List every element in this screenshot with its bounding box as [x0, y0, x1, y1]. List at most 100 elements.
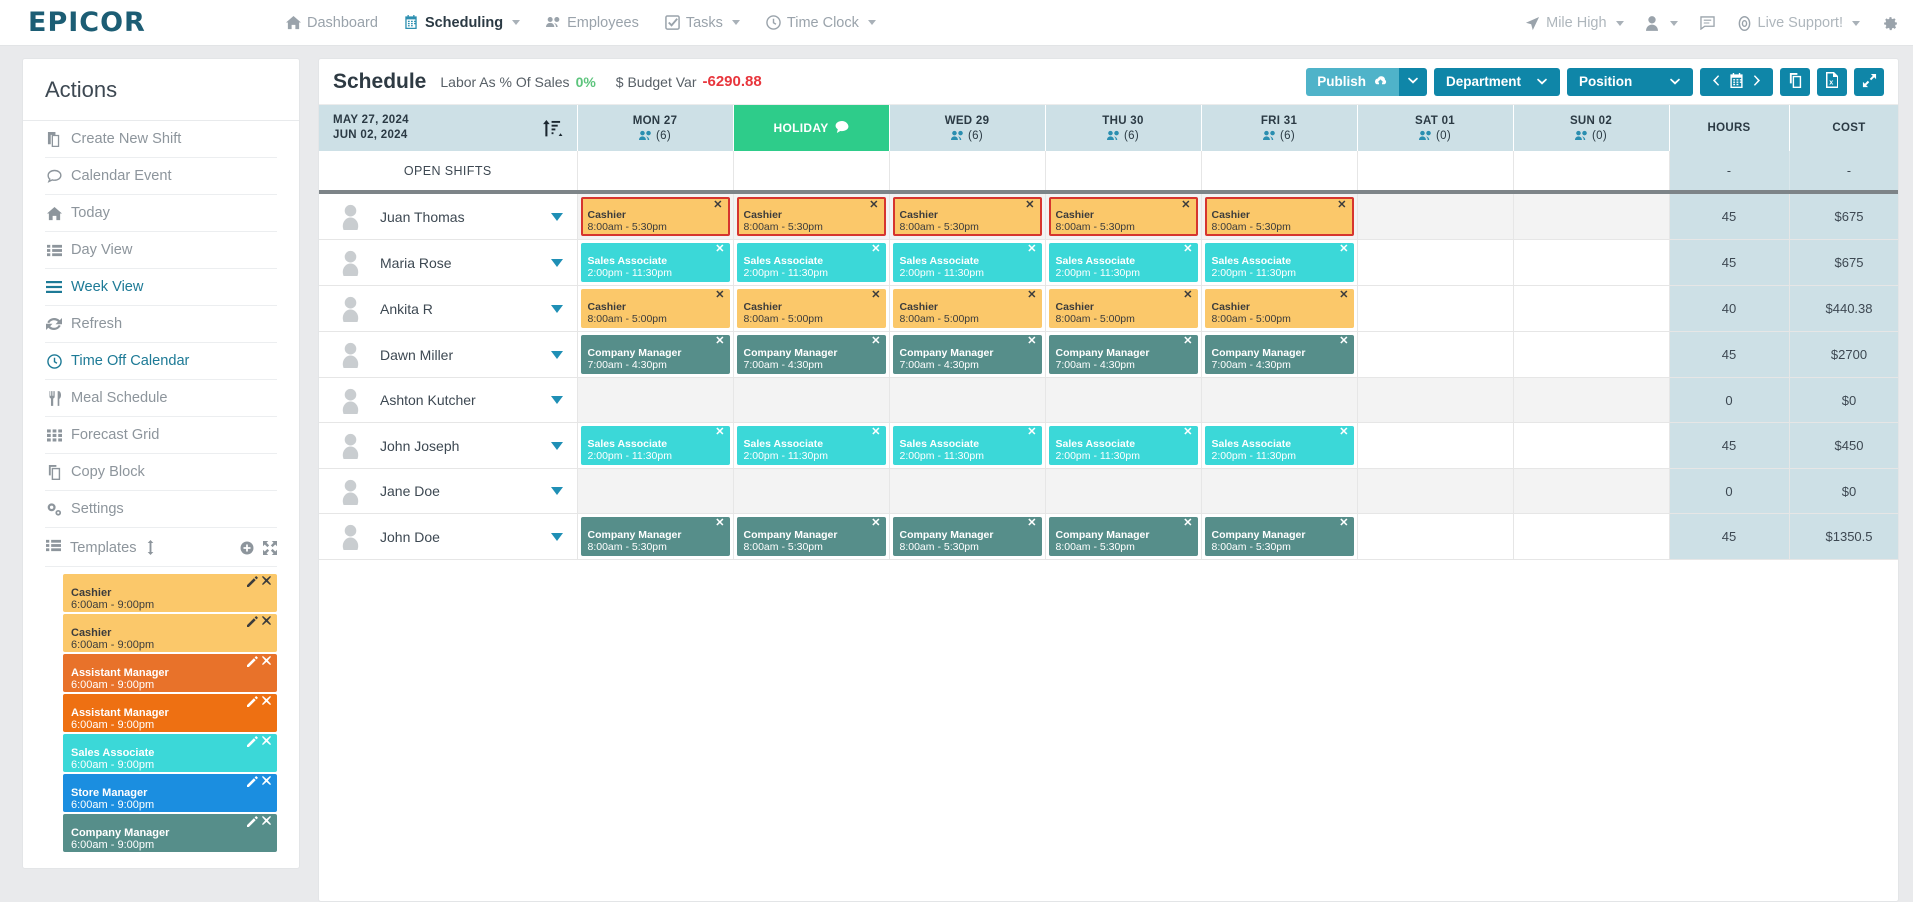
- position-filter-button[interactable]: Position: [1567, 67, 1693, 96]
- sidebar-item-week-view[interactable]: Week View: [45, 269, 277, 306]
- shift-cell[interactable]: ✕ Sales Associate 2:00pm - 11:30pm: [889, 239, 1046, 286]
- shift-cell[interactable]: ✕ Company Manager 7:00am - 4:30pm: [577, 331, 734, 378]
- shift-block[interactable]: ✕ Company Manager 7:00am - 4:30pm: [1204, 335, 1354, 374]
- shift-block[interactable]: ✕ Company Manager 7:00am - 4:30pm: [736, 335, 886, 374]
- close-icon[interactable]: ✕: [1183, 427, 1192, 438]
- edit-icon[interactable]: [247, 616, 258, 630]
- shift-cell[interactable]: ✕ Cashier 8:00am - 5:30pm: [1201, 192, 1358, 240]
- shift-cell[interactable]: ✕ Cashier 8:00am - 5:30pm: [889, 192, 1046, 240]
- nav-item-dashboard[interactable]: Dashboard: [286, 15, 378, 31]
- chevron-right-icon[interactable]: [1753, 74, 1760, 89]
- close-icon[interactable]: ✕: [715, 244, 724, 255]
- template-card[interactable]: Sales Associate 6:00am - 9:00pm: [63, 734, 277, 772]
- shift-block[interactable]: ✕ Cashier 8:00am - 5:00pm: [736, 289, 886, 328]
- shift-cell[interactable]: ✕ Sales Associate 2:00pm - 11:30pm: [577, 239, 734, 286]
- department-filter-button[interactable]: Department: [1434, 67, 1560, 96]
- shift-block[interactable]: ✕ Cashier 8:00am - 5:00pm: [1204, 289, 1354, 328]
- shift-block[interactable]: ✕ Sales Associate 2:00pm - 11:30pm: [580, 243, 730, 282]
- shift-block[interactable]: ✕ Sales Associate 2:00pm - 11:30pm: [580, 426, 730, 465]
- sidebar-item-today[interactable]: Today: [45, 195, 277, 232]
- shift-block[interactable]: ✕ Company Manager 8:00am - 5:30pm: [1048, 517, 1198, 556]
- shift-cell-empty[interactable]: [1513, 331, 1670, 378]
- shift-block[interactable]: ✕ Sales Associate 2:00pm - 11:30pm: [736, 426, 886, 465]
- shift-cell[interactable]: ✕ Sales Associate 2:00pm - 11:30pm: [1045, 239, 1202, 286]
- shift-cell[interactable]: ✕ Company Manager 8:00am - 5:30pm: [1045, 513, 1202, 560]
- shift-block[interactable]: ✕ Cashier 8:00am - 5:30pm: [1204, 197, 1354, 236]
- shift-cell[interactable]: ✕ Cashier 8:00am - 5:00pm: [733, 285, 890, 332]
- close-icon[interactable]: ✕: [1027, 244, 1036, 255]
- sort-amount-icon[interactable]: [542, 119, 563, 137]
- nav-item-time-clock[interactable]: Time Clock: [766, 15, 876, 31]
- shift-block[interactable]: ✕ Sales Associate 2:00pm - 11:30pm: [892, 426, 1042, 465]
- shift-cell[interactable]: ✕ Cashier 8:00am - 5:30pm: [733, 192, 890, 240]
- sidebar-item-day-view[interactable]: Day View: [45, 232, 277, 269]
- shift-cell-empty[interactable]: [1357, 239, 1514, 286]
- shift-cell-empty[interactable]: [577, 377, 734, 423]
- edit-icon[interactable]: [247, 776, 258, 790]
- shift-cell-empty[interactable]: [1513, 422, 1670, 469]
- shift-block[interactable]: ✕ Cashier 8:00am - 5:30pm: [580, 197, 730, 236]
- shift-cell-empty[interactable]: [1513, 468, 1670, 514]
- shift-cell-empty[interactable]: [577, 468, 734, 514]
- close-icon[interactable]: ✕: [1027, 518, 1036, 529]
- top-nav-message[interactable]: [1699, 15, 1715, 31]
- close-icon[interactable]: ✕: [871, 518, 880, 529]
- sidebar-item-settings[interactable]: Settings: [45, 491, 277, 528]
- shift-cell-empty[interactable]: [889, 468, 1046, 514]
- close-icon[interactable]: ✕: [1183, 290, 1192, 301]
- shift-cell-empty[interactable]: [1513, 513, 1670, 560]
- shift-cell-empty[interactable]: [1201, 377, 1358, 423]
- close-icon[interactable]: ✕: [713, 200, 722, 211]
- close-icon[interactable]: ✕: [1337, 200, 1346, 211]
- shift-block[interactable]: ✕ Sales Associate 2:00pm - 11:30pm: [1204, 426, 1354, 465]
- expand-arrows-icon[interactable]: [263, 540, 277, 555]
- open-shift-cell[interactable]: [1045, 151, 1202, 194]
- shift-block[interactable]: ✕ Sales Associate 2:00pm - 11:30pm: [1204, 243, 1354, 282]
- shift-block[interactable]: ✕ Cashier 8:00am - 5:30pm: [892, 197, 1042, 236]
- shift-cell[interactable]: ✕ Company Manager 7:00am - 4:30pm: [733, 331, 890, 378]
- chevron-left-icon[interactable]: [1713, 74, 1720, 89]
- shift-cell-empty[interactable]: [733, 377, 890, 423]
- shift-cell-empty[interactable]: [1357, 285, 1514, 332]
- employee-menu-caret-icon[interactable]: [550, 304, 563, 313]
- edit-icon[interactable]: [247, 656, 258, 670]
- shift-cell[interactable]: ✕ Cashier 8:00am - 5:00pm: [1045, 285, 1202, 332]
- close-icon[interactable]: [262, 616, 271, 630]
- close-icon[interactable]: ✕: [1181, 200, 1190, 211]
- shift-block[interactable]: ✕ Sales Associate 2:00pm - 11:30pm: [736, 243, 886, 282]
- shift-cell-empty[interactable]: [1357, 192, 1514, 240]
- shift-cell[interactable]: ✕ Company Manager 8:00am - 5:30pm: [733, 513, 890, 560]
- shift-block[interactable]: ✕ Cashier 8:00am - 5:30pm: [1048, 197, 1198, 236]
- edit-icon[interactable]: [247, 576, 258, 590]
- close-icon[interactable]: ✕: [715, 290, 724, 301]
- shift-block[interactable]: ✕ Cashier 8:00am - 5:00pm: [580, 289, 730, 328]
- nav-item-scheduling[interactable]: Scheduling: [404, 15, 521, 31]
- close-icon[interactable]: ✕: [1339, 244, 1348, 255]
- shift-cell[interactable]: ✕ Cashier 8:00am - 5:00pm: [1201, 285, 1358, 332]
- shift-block[interactable]: ✕ Sales Associate 2:00pm - 11:30pm: [1048, 426, 1198, 465]
- employee-menu-caret-icon[interactable]: [550, 212, 563, 221]
- employee-menu-caret-icon[interactable]: [550, 532, 563, 541]
- open-shift-cell[interactable]: [889, 151, 1046, 194]
- shift-cell[interactable]: ✕ Sales Associate 2:00pm - 11:30pm: [733, 239, 890, 286]
- gear-icon[interactable]: [1882, 15, 1899, 32]
- sidebar-item-time-off-calendar[interactable]: Time Off Calendar: [45, 343, 277, 380]
- close-icon[interactable]: ✕: [715, 518, 724, 529]
- shift-cell-empty[interactable]: [733, 468, 890, 514]
- close-icon[interactable]: ✕: [1027, 290, 1036, 301]
- edit-icon[interactable]: [247, 816, 258, 830]
- shift-cell[interactable]: ✕ Company Manager 8:00am - 5:30pm: [889, 513, 1046, 560]
- sidebar-item-forecast-grid[interactable]: Forecast Grid: [45, 417, 277, 454]
- shift-cell[interactable]: ✕ Sales Associate 2:00pm - 11:30pm: [733, 422, 890, 469]
- top-nav-live-support[interactable]: Live Support!: [1737, 15, 1860, 31]
- shift-cell-empty[interactable]: [1513, 377, 1670, 423]
- vertical-resize-icon[interactable]: [146, 540, 155, 555]
- sidebar-item-meal-schedule[interactable]: Meal Schedule: [45, 380, 277, 417]
- open-shift-cell[interactable]: [1357, 151, 1514, 194]
- sidebar-item-refresh[interactable]: Refresh: [45, 306, 277, 343]
- template-card[interactable]: Assistant Manager 6:00am - 9:00pm: [63, 694, 277, 732]
- nav-item-tasks[interactable]: Tasks: [665, 15, 740, 31]
- shift-block[interactable]: ✕ Sales Associate 2:00pm - 11:30pm: [892, 243, 1042, 282]
- shift-cell[interactable]: ✕ Company Manager 8:00am - 5:30pm: [577, 513, 734, 560]
- open-shift-cell[interactable]: [1201, 151, 1358, 194]
